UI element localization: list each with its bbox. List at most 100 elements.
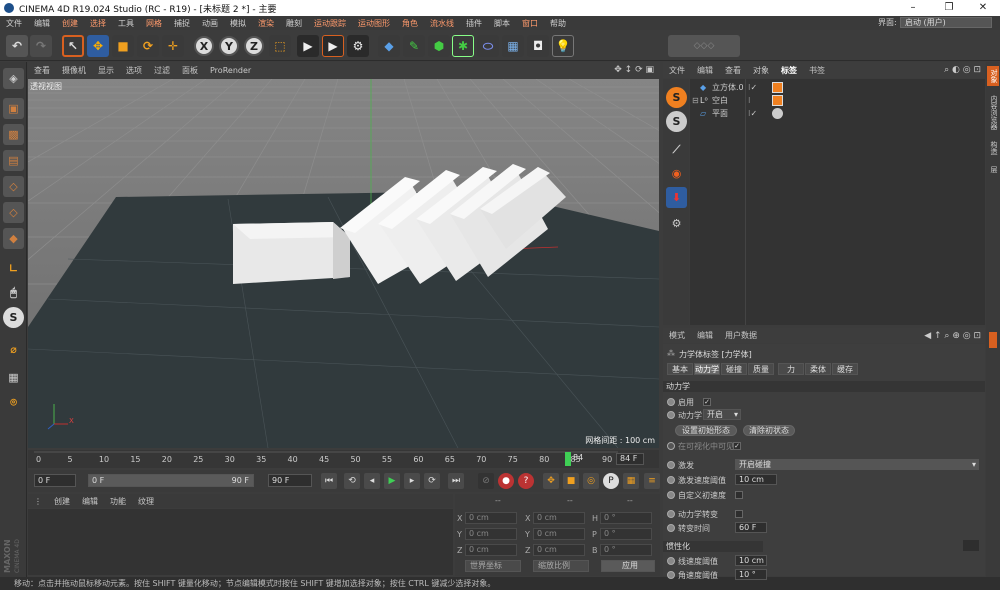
key-position-icon[interactable]: ✥ bbox=[543, 473, 559, 489]
menu-character[interactable]: 角色 bbox=[396, 18, 424, 29]
attr-nav-icons[interactable]: ◀ ↑ ⌕ ⊕ ◎ ⊡ bbox=[924, 331, 981, 341]
live-selection-icon[interactable]: ↖ bbox=[62, 35, 84, 57]
rotation-p-field[interactable]: 0 ° bbox=[600, 528, 652, 540]
menu-render[interactable]: 渲染 bbox=[252, 18, 280, 29]
radio-icon[interactable] bbox=[667, 411, 675, 419]
x-axis-lock-icon[interactable]: X bbox=[194, 36, 214, 56]
coordinate-space-dropdown[interactable]: 世界坐标 bbox=[465, 560, 521, 572]
menu-mograph[interactable]: 运动图形 bbox=[352, 18, 396, 29]
menu-motion-tracking[interactable]: 运动跟踪 bbox=[308, 18, 352, 29]
radio-icon[interactable] bbox=[667, 510, 675, 518]
component-modes-group[interactable]: ◇◇◇ bbox=[668, 35, 740, 57]
menu-simulate[interactable]: 模拟 bbox=[224, 18, 252, 29]
size-y-field[interactable]: 0 cm bbox=[533, 528, 585, 540]
set-initial-state-button[interactable]: 设置初始形态 bbox=[675, 425, 737, 436]
light-icon[interactable]: 💡 bbox=[552, 35, 574, 57]
snap-icon[interactable]: S bbox=[3, 307, 24, 328]
redo-icon[interactable]: ↷ bbox=[30, 35, 52, 57]
menu-create[interactable]: 创建 bbox=[56, 18, 84, 29]
menu-plugins[interactable]: 插件 bbox=[460, 18, 488, 29]
scale-mode-dropdown[interactable]: 缩放比例 bbox=[533, 560, 589, 572]
om-menu-edit[interactable]: 编辑 bbox=[691, 65, 719, 76]
menu-window[interactable]: 窗口 bbox=[516, 18, 544, 29]
deformer-icon[interactable]: ⬭ bbox=[477, 35, 499, 57]
menu-file[interactable]: 文件 bbox=[0, 18, 28, 29]
trigger-dropdown[interactable]: 开启碰撞 ▾ bbox=[735, 459, 979, 470]
go-to-start-icon[interactable]: ⏮ bbox=[321, 473, 337, 489]
enabled-checkbox[interactable]: ✓ bbox=[703, 398, 711, 406]
cloner-icon[interactable]: ✱ bbox=[452, 35, 474, 57]
next-frame-icon[interactable]: ▸ bbox=[404, 473, 420, 489]
record-active-icon[interactable]: ● bbox=[498, 473, 514, 489]
vp-menu-view[interactable]: 查看 bbox=[28, 65, 56, 76]
rigid-body-tag-icon[interactable] bbox=[772, 95, 783, 106]
connector-icon[interactable]: ⟋ bbox=[666, 139, 687, 160]
menu-edit[interactable]: 编辑 bbox=[28, 18, 56, 29]
recent-tool-icon[interactable]: ✛ bbox=[162, 35, 184, 57]
visible-checkbox[interactable]: ✓ bbox=[733, 442, 741, 450]
camera-icon[interactable]: ◘ bbox=[527, 35, 549, 57]
radio-icon[interactable] bbox=[667, 461, 675, 469]
texture-mode-icon[interactable]: ▩ bbox=[3, 124, 24, 145]
end-frame-field[interactable]: 90 F bbox=[268, 474, 312, 487]
om-menu-tags[interactable]: 标签 bbox=[775, 65, 803, 76]
edges-mode-icon[interactable]: ◇ bbox=[3, 202, 24, 223]
rigid-body-tag-icon[interactable]: S bbox=[666, 87, 687, 108]
radio-icon[interactable] bbox=[667, 524, 675, 532]
radio-icon[interactable] bbox=[667, 571, 675, 579]
key-parameter-icon[interactable]: P bbox=[603, 473, 619, 489]
undo-icon[interactable]: ↶ bbox=[6, 35, 28, 57]
playhead-marker[interactable] bbox=[565, 452, 571, 466]
om-menu-file[interactable]: 文件 bbox=[663, 65, 691, 76]
play-icon[interactable]: ▶ bbox=[384, 473, 400, 489]
perspective-viewport[interactable]: X 透视视图 网格间距 : 100 cm bbox=[28, 79, 659, 448]
rotate-tool-icon[interactable]: ⟳ bbox=[137, 35, 159, 57]
mat-menu-function[interactable]: 功能 bbox=[104, 496, 132, 507]
menu-sculpt[interactable]: 雕刻 bbox=[280, 18, 308, 29]
viewport-nav-icons[interactable]: ✥ ↕ ⟳ ▣ bbox=[614, 65, 654, 75]
radio-icon[interactable] bbox=[667, 442, 675, 450]
position-x-field[interactable]: 0 cm bbox=[465, 512, 517, 524]
close-button[interactable]: ✕ bbox=[968, 0, 998, 16]
mat-menu-create[interactable]: 创建 bbox=[48, 496, 76, 507]
planar-workplane-icon[interactable]: ▦ bbox=[3, 367, 24, 388]
object-row[interactable]: ▱ 平面 ⁝✓ bbox=[690, 107, 985, 120]
rotation-b-field[interactable]: 0 ° bbox=[600, 544, 652, 556]
menu-help[interactable]: 帮助 bbox=[544, 18, 572, 29]
size-x-field[interactable]: 0 cm bbox=[533, 512, 585, 524]
position-z-field[interactable]: 0 cm bbox=[465, 544, 517, 556]
autokey-icon[interactable]: ? bbox=[518, 473, 534, 489]
render-settings-icon[interactable]: ⚙ bbox=[347, 35, 369, 57]
collider-body-tag-icon[interactable]: S bbox=[666, 111, 687, 132]
radio-icon[interactable] bbox=[667, 557, 675, 565]
coordinate-system-icon[interactable]: ⬚ bbox=[269, 35, 291, 57]
motor-icon[interactable]: ⚙ bbox=[666, 213, 687, 234]
position-y-field[interactable]: 0 cm bbox=[465, 528, 517, 540]
tab-layers[interactable]: 层 bbox=[987, 162, 999, 176]
attr-menu-edit[interactable]: 编辑 bbox=[691, 330, 719, 341]
tab-dynamics[interactable]: 动力学 bbox=[694, 363, 720, 375]
current-frame-field[interactable]: 84 F bbox=[616, 453, 644, 465]
vp-menu-panel[interactable]: 面板 bbox=[176, 65, 204, 76]
layout-dropdown[interactable]: 启动 (用户) bbox=[900, 17, 992, 28]
menu-animate[interactable]: 动画 bbox=[196, 18, 224, 29]
force-icon[interactable]: ◉ bbox=[666, 163, 687, 184]
om-menu-view[interactable]: 查看 bbox=[719, 65, 747, 76]
key-scale-icon[interactable]: ■ bbox=[563, 473, 579, 489]
om-menu-objects[interactable]: 对象 bbox=[747, 65, 775, 76]
minimize-button[interactable]: – bbox=[898, 0, 928, 16]
menu-script[interactable]: 脚本 bbox=[488, 18, 516, 29]
object-row[interactable]: ◆ 立方体.0 ⁝✓ bbox=[690, 81, 985, 94]
subdivision-surface-icon[interactable]: ⬢ bbox=[428, 35, 450, 57]
apply-button[interactable]: 应用 bbox=[601, 560, 655, 572]
timeline-window-icon[interactable]: ≡ bbox=[644, 473, 660, 489]
size-z-field[interactable]: 0 cm bbox=[533, 544, 585, 556]
menu-select[interactable]: 选择 bbox=[84, 18, 112, 29]
material-list-area[interactable] bbox=[28, 509, 453, 575]
menu-snap[interactable]: 捕捉 bbox=[168, 18, 196, 29]
locked-workplane-icon[interactable]: ⌀ bbox=[3, 339, 24, 360]
tab-objects[interactable]: 对象 bbox=[987, 66, 999, 86]
tab-soft-body[interactable]: 柔体 bbox=[805, 363, 831, 375]
menu-tools[interactable]: 工具 bbox=[112, 18, 140, 29]
tab-mass[interactable]: 质量 bbox=[748, 363, 774, 375]
